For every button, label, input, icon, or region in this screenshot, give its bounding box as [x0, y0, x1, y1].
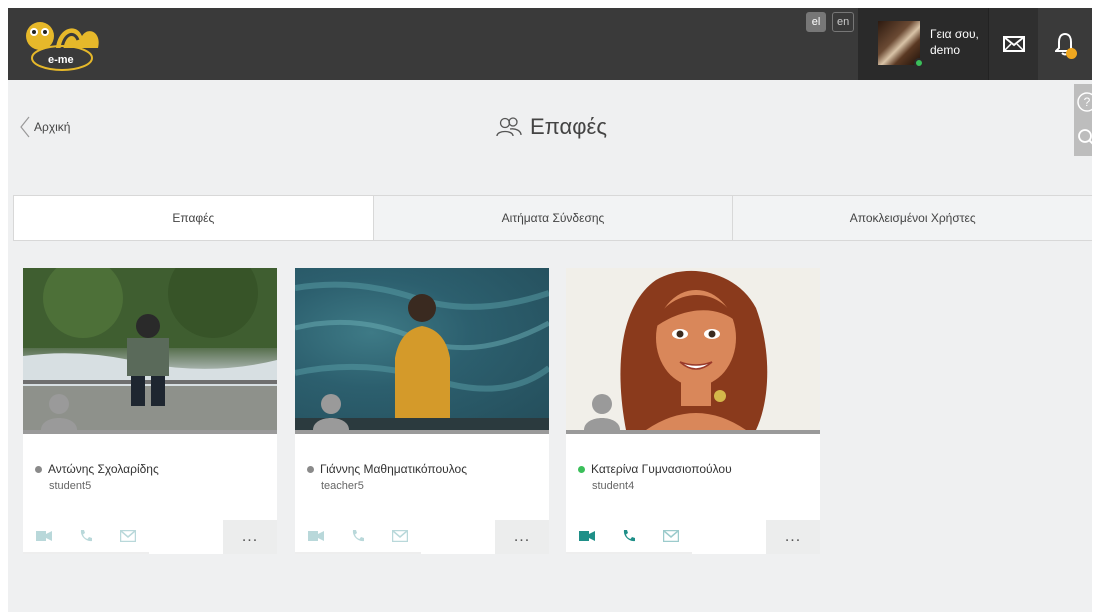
- tab-connection-requests[interactable]: Αιτήματα Σύνδεσης: [374, 196, 734, 240]
- notification-badge: [1066, 48, 1077, 59]
- contact-photo: [566, 268, 820, 430]
- page-title: Επαφές: [496, 114, 607, 140]
- photo-divider: [295, 430, 549, 434]
- phone-call-button[interactable]: [65, 520, 107, 554]
- photo-divider: [23, 430, 277, 434]
- logo-text: e-me: [48, 54, 74, 66]
- top-bar: e-me el en Γεια σου, demo: [8, 8, 1092, 80]
- help-button[interactable]: ?: [1074, 84, 1092, 120]
- mail-icon: [1002, 36, 1025, 52]
- video-call-button[interactable]: [23, 520, 65, 554]
- user-menu[interactable]: Γεια σου, demo: [858, 8, 988, 80]
- contacts-tabs: Επαφές Αιτήματα Σύνδεσης Αποκλεισμένοι Χ…: [13, 195, 1092, 241]
- phone-call-icon: [623, 530, 635, 542]
- messages-button[interactable]: [988, 8, 1038, 80]
- status-dot: [35, 465, 42, 473]
- language-el-button[interactable]: el: [806, 12, 826, 32]
- message-button[interactable]: [379, 520, 421, 554]
- back-home-link[interactable]: Αρχική: [20, 116, 70, 138]
- back-label: Αρχική: [34, 120, 71, 134]
- search-button[interactable]: [1074, 120, 1092, 156]
- contact-actions: [295, 520, 421, 554]
- message-icon: [663, 530, 679, 542]
- user-name: demo: [930, 43, 961, 57]
- contact-status: Κατερίνα Γυμνασιοπούλου: [578, 462, 732, 476]
- contact-name: Αντώνης Σχολαρίδης: [48, 462, 159, 476]
- user-avatar: [878, 21, 920, 65]
- more-options-button[interactable]: ...: [766, 520, 820, 554]
- message-button[interactable]: [650, 520, 692, 554]
- more-options-button[interactable]: ...: [223, 520, 277, 554]
- contact-card[interactable]: Κατερίνα Γυμνασιοπούλου student4 ...: [566, 268, 820, 554]
- status-dot: [307, 465, 314, 473]
- contact-photo: [23, 268, 277, 430]
- e-me-logo[interactable]: e-me: [18, 14, 108, 74]
- message-icon: [120, 530, 136, 542]
- online-status-dot: [914, 58, 924, 68]
- contact-username: student4: [592, 480, 635, 492]
- search-icon: [1078, 129, 1092, 145]
- contact-photo: [295, 268, 549, 430]
- tab-contacts[interactable]: Επαφές: [14, 196, 374, 240]
- contact-username: student5: [49, 480, 92, 492]
- contact-username: teacher5: [321, 480, 364, 492]
- tab-blocked-users[interactable]: Αποκλεισμένοι Χρήστες: [733, 196, 1092, 240]
- contact-status: Γιάννης Μαθηματικόπουλος: [307, 462, 467, 476]
- user-greeting: Γεια σου, demo: [930, 26, 986, 58]
- phone-call-button[interactable]: [608, 520, 650, 554]
- status-dot: [578, 465, 585, 473]
- language-en-button[interactable]: en: [832, 12, 855, 32]
- video-call-button[interactable]: [566, 520, 608, 554]
- contact-status: Αντώνης Σχολαρίδης: [35, 462, 159, 476]
- video-call-button[interactable]: [295, 520, 337, 554]
- contact-name: Κατερίνα Γυμνασιοπούλου: [591, 462, 732, 476]
- notifications-button[interactable]: [1038, 8, 1092, 80]
- message-button[interactable]: [107, 520, 149, 554]
- app-frame: e-me el en Γεια σου, demo ? Αρχική Επαφέ…: [8, 8, 1092, 612]
- more-options-button[interactable]: ...: [495, 520, 549, 554]
- contact-card[interactable]: Αντώνης Σχολαρίδης student5 ...: [23, 268, 277, 554]
- help-icon: ?: [1077, 92, 1092, 112]
- contact-actions: [566, 520, 692, 554]
- video-call-icon: [579, 531, 595, 541]
- phone-call-icon: [352, 530, 364, 542]
- default-avatar-icon: [584, 394, 620, 430]
- page-title-text: Επαφές: [530, 114, 607, 139]
- default-avatar-icon: [313, 394, 349, 430]
- contact-actions: [23, 520, 149, 554]
- video-call-icon: [36, 531, 52, 541]
- contact-card[interactable]: Γιάννης Μαθηματικόπουλος teacher5 ...: [295, 268, 549, 554]
- message-icon: [392, 530, 408, 542]
- chevron-left-icon: [20, 116, 30, 138]
- video-call-icon: [308, 531, 324, 541]
- svg-text:?: ?: [1084, 95, 1091, 109]
- contacts-icon: [496, 117, 522, 137]
- contact-name: Γιάννης Μαθηματικόπουλος: [320, 462, 468, 476]
- photo-divider: [566, 430, 820, 434]
- phone-call-button[interactable]: [337, 520, 379, 554]
- default-avatar-icon: [41, 394, 77, 430]
- greeting-text: Γεια σου,: [930, 27, 979, 41]
- phone-call-icon: [80, 530, 92, 542]
